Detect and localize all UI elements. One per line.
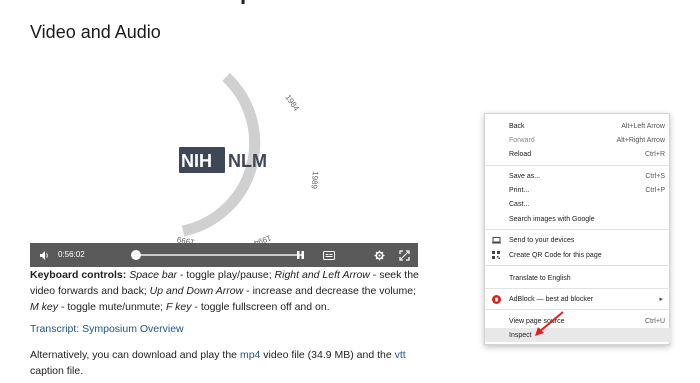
kb-space: Space bar	[129, 269, 178, 281]
cut-off-heading: p	[240, 0, 290, 4]
alt-text-3: caption file.	[30, 365, 84, 377]
menu-item-cast[interactable]: Cast...	[485, 197, 671, 211]
context-menu: Back Alt+Left Arrow Forward Alt+Right Ar…	[484, 113, 671, 345]
menu-separator	[485, 229, 671, 230]
nlm-logo-text: NLM	[228, 151, 267, 171]
seek-handle[interactable]	[131, 250, 141, 260]
submenu-chevron-icon: ▸	[659, 296, 663, 303]
menu-item-view-source[interactable]: View page source Ctrl+U	[485, 314, 671, 328]
kb-m: M key	[30, 301, 59, 313]
menu-item-print[interactable]: Print... Ctrl+P	[485, 183, 671, 197]
menu-shortcut: Ctrl+S	[645, 172, 665, 180]
qr-code-icon	[491, 250, 501, 260]
arc-label-1989: 1989	[309, 171, 320, 190]
menu-item-forward[interactable]: Forward Alt+Right Arrow	[485, 133, 671, 147]
menu-separator	[485, 309, 671, 310]
kb-f-desc: - toggle fullscreen off and on.	[191, 301, 330, 313]
video-poster: NIH NLM 1984 1989 1994 1999	[176, 72, 320, 248]
kb-ud: Up and Down Arrow	[149, 285, 244, 297]
menu-item-save-as[interactable]: Save as... Ctrl+S	[485, 169, 671, 183]
menu-label: Reload	[509, 150, 532, 158]
annotation-arrow-icon	[535, 311, 564, 336]
menu-item-send-devices[interactable]: Send to your devices	[485, 233, 671, 247]
video-controls: 0:56:02	[30, 243, 418, 267]
kb-space-desc: - toggle play/pause;	[177, 269, 275, 281]
menu-label: Forward	[509, 136, 535, 144]
alt-text-1: Alternatively, you can download and play…	[30, 349, 240, 361]
menu-item-reload[interactable]: Reload Ctrl+R	[485, 147, 671, 161]
captions-icon[interactable]	[322, 249, 336, 261]
kb-lr: Right and Left Arrow	[274, 269, 370, 281]
menu-separator	[485, 265, 671, 266]
fullscreen-icon[interactable]	[398, 249, 410, 261]
menu-shortcut: Alt+Right Arrow	[616, 136, 665, 144]
settings-gear-icon[interactable]	[373, 249, 385, 261]
video-player[interactable]: NIH NLM 1984 1989 1994 1999	[30, 63, 418, 267]
menu-label: Back	[509, 122, 525, 130]
menu-label: Create QR Code for this page	[509, 251, 602, 259]
menu-item-qr-code[interactable]: Create QR Code for this page	[485, 248, 671, 262]
menu-separator	[485, 165, 671, 166]
arc-label-1984: 1984	[283, 93, 301, 113]
nih-logo-text: NIH	[181, 151, 212, 171]
laptop-icon	[491, 235, 501, 245]
kb-f: F key	[166, 301, 192, 313]
alt-text-2: video file (34.9 MB) and the	[260, 349, 395, 361]
download-text: Alternatively, you can download and play…	[30, 347, 430, 379]
menu-shortcut: Ctrl+U	[644, 317, 665, 325]
volume-icon[interactable]	[38, 249, 50, 261]
adblock-icon	[491, 294, 501, 304]
menu-item-search-images[interactable]: Search images with Google	[485, 212, 671, 226]
seek-bar[interactable]	[132, 254, 304, 256]
vtt-link[interactable]: vtt	[395, 349, 406, 361]
current-time: 0:56:02	[58, 250, 85, 259]
transcript-link[interactable]: Transcript: Symposium Overview	[30, 323, 184, 335]
menu-separator	[485, 288, 671, 289]
page-title: Video and Audio	[30, 22, 161, 42]
menu-label: Save as...	[509, 172, 541, 180]
menu-item-translate[interactable]: Translate to English	[485, 271, 671, 285]
menu-label: Search images with Google	[509, 215, 595, 223]
menu-label: Translate to English	[509, 274, 571, 282]
menu-label: AdBlock — best ad blocker	[509, 295, 594, 303]
menu-label: Inspect	[509, 331, 532, 339]
menu-label: Print...	[509, 186, 530, 194]
menu-shortcut: Ctrl+P	[645, 186, 665, 194]
menu-item-inspect[interactable]: Inspect	[485, 328, 671, 342]
menu-label: Cast...	[509, 200, 530, 208]
menu-item-back[interactable]: Back Alt+Left Arrow	[485, 119, 671, 133]
pause-icon[interactable]	[294, 249, 306, 261]
mp4-link[interactable]: mp4	[240, 349, 260, 361]
kb-ud-desc: - increase and decrease the volume;	[243, 285, 416, 297]
menu-item-adblock[interactable]: AdBlock — best ad blocker ▸	[485, 292, 671, 306]
keyboard-controls-text: Keyboard controls: Space bar - toggle pl…	[30, 267, 420, 315]
menu-label: Send to your devices	[509, 236, 575, 244]
menu-shortcut: Alt+Left Arrow	[621, 122, 665, 130]
kb-m-desc: - toggle mute/unmute;	[58, 301, 166, 313]
menu-shortcut: Ctrl+R	[644, 150, 665, 158]
kb-label: Keyboard controls:	[30, 269, 127, 281]
